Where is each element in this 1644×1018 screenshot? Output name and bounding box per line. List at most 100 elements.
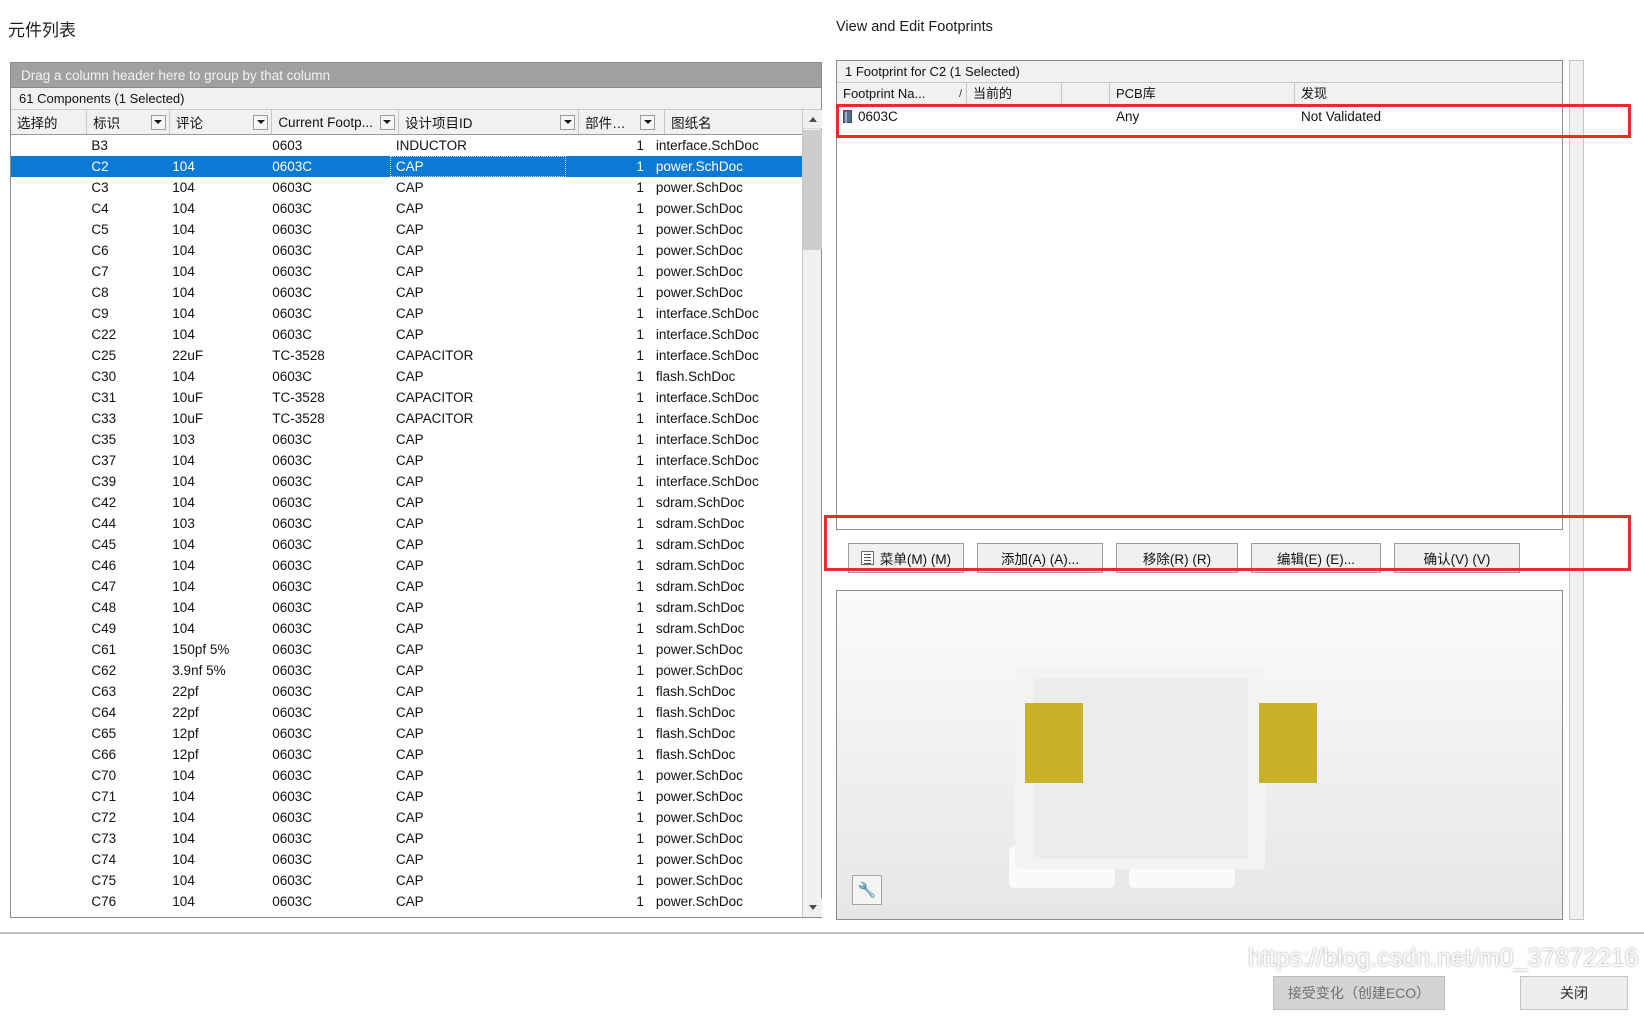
cell-sheet-name: power.SchDoc bbox=[655, 642, 743, 657]
table-row[interactable]: C39 104 0603C CAP 1 interface.SchDoc bbox=[11, 471, 802, 492]
cell-selected bbox=[11, 891, 85, 912]
component-rows[interactable]: B3 0603 INDUCTOR 1 interface.SchDoc C2 104 0603… bbox=[11, 135, 802, 917]
table-row[interactable]: C45 104 0603C CAP 1 sdram.SchDoc bbox=[11, 534, 802, 555]
table-row[interactable]: C70 104 0603C CAP 1 power.SchDoc bbox=[11, 765, 802, 786]
cell-pcb-library: Any bbox=[1116, 109, 1140, 124]
table-row[interactable]: C25 22uF TC-3528 CAPACITOR 1 interface.SchDoc bbox=[11, 345, 802, 366]
column-header-spacer[interactable] bbox=[1062, 83, 1110, 104]
table-row[interactable]: C75 104 0603C CAP 1 power.SchDoc bbox=[11, 870, 802, 891]
table-row[interactable]: C3 104 0603C CAP 1 power.SchDoc bbox=[11, 177, 802, 198]
column-header-sheet-name[interactable]: 图纸名 bbox=[665, 110, 821, 134]
table-row[interactable]: C48 104 0603C CAP 1 sdram.SchDoc bbox=[11, 597, 802, 618]
vertical-scrollbar[interactable] bbox=[802, 110, 822, 917]
close-button[interactable]: 关闭 bbox=[1520, 976, 1628, 1010]
menu-button[interactable]: 菜单(M) (M) bbox=[848, 543, 964, 573]
footprint-row[interactable]: 0603C Any Not Validated bbox=[837, 105, 1562, 129]
table-row[interactable]: C72 104 0603C CAP 1 power.SchDoc bbox=[11, 807, 802, 828]
table-row[interactable]: C7 104 0603C CAP 1 power.SchDoc bbox=[11, 261, 802, 282]
cell-sheet-name: interface.SchDoc bbox=[655, 432, 759, 447]
cell-comment: 22uF bbox=[172, 348, 204, 363]
table-row[interactable]: C71 104 0603C CAP 1 power.SchDoc bbox=[11, 786, 802, 807]
table-row[interactable]: C2 104 0603C CAP 1 power.SchDoc bbox=[11, 156, 802, 177]
footprint-preview[interactable]: 🔧 bbox=[836, 590, 1563, 920]
cell-part-count: 1 bbox=[636, 642, 644, 657]
table-row[interactable]: C9 104 0603C CAP 1 interface.SchDoc bbox=[11, 303, 802, 324]
add-button[interactable]: 添加(A) (A)... bbox=[977, 543, 1103, 573]
cell-comment: 104 bbox=[172, 852, 195, 867]
filter-dropdown-icon[interactable] bbox=[253, 114, 269, 130]
column-header-footprint-name[interactable]: Footprint Na... / bbox=[837, 83, 967, 104]
cell-sheet-name: sdram.SchDoc bbox=[655, 537, 745, 552]
edit-button[interactable]: 编辑(E) (E)... bbox=[1251, 543, 1381, 573]
scrollbar-thumb[interactable] bbox=[803, 130, 822, 250]
table-row[interactable]: C46 104 0603C CAP 1 sdram.SchDoc bbox=[11, 555, 802, 576]
cell-sheet-name: power.SchDoc bbox=[655, 285, 743, 300]
table-row[interactable]: C65 12pf 0603C CAP 1 flash.SchDoc bbox=[11, 723, 802, 744]
cell-comment: 104 bbox=[172, 810, 195, 825]
cell-footprint: 0603C bbox=[272, 726, 313, 741]
table-row[interactable]: C62 3.9nf 5% 0603C CAP 1 power.SchDoc bbox=[11, 660, 802, 681]
right-pane-scrollbar[interactable] bbox=[1569, 60, 1584, 920]
cell-comment: 104 bbox=[172, 579, 195, 594]
cell-design-item-id: CAP bbox=[395, 705, 424, 720]
table-row[interactable]: C4 104 0603C CAP 1 power.SchDoc bbox=[11, 198, 802, 219]
group-by-dropzone[interactable]: Drag a column header here to group by th… bbox=[11, 63, 821, 88]
cell-design-item-id: CAPACITOR bbox=[395, 348, 474, 363]
table-row[interactable]: C49 104 0603C CAP 1 sdram.SchDoc bbox=[11, 618, 802, 639]
footprint-rows[interactable]: 0603C Any Not Validated bbox=[837, 105, 1562, 129]
table-row[interactable]: C74 104 0603C CAP 1 power.SchDoc bbox=[11, 849, 802, 870]
table-row[interactable]: C35 103 0603C CAP 1 interface.SchDoc bbox=[11, 429, 802, 450]
table-row[interactable]: C76 104 0603C CAP 1 power.SchDoc bbox=[11, 891, 802, 912]
accept-changes-eco-button[interactable]: 接受变化（创建ECO） bbox=[1273, 976, 1445, 1010]
table-row[interactable]: C6 104 0603C CAP 1 power.SchDoc bbox=[11, 240, 802, 261]
remove-button[interactable]: 移除(R) (R) bbox=[1116, 543, 1238, 573]
cell-design-item-id: CAP bbox=[395, 747, 424, 762]
scroll-up-button[interactable] bbox=[803, 110, 822, 129]
confirm-button[interactable]: 确认(V) (V) bbox=[1394, 543, 1520, 573]
column-header-found[interactable]: 发现 bbox=[1295, 83, 1555, 104]
cell-designator: C70 bbox=[91, 768, 117, 783]
filter-dropdown-icon[interactable] bbox=[560, 114, 576, 130]
column-header-pcb-library[interactable]: PCB库 bbox=[1110, 83, 1295, 104]
scroll-down-button[interactable] bbox=[803, 898, 822, 917]
cell-part-count: 1 bbox=[636, 411, 644, 426]
filter-dropdown-icon[interactable] bbox=[379, 114, 395, 130]
column-header-selected[interactable]: 选择的 bbox=[11, 110, 88, 134]
column-header-part-count[interactable]: 部件数目 bbox=[579, 110, 666, 134]
table-row[interactable]: C42 104 0603C CAP 1 sdram.SchDoc bbox=[11, 492, 802, 513]
table-row[interactable]: C66 12pf 0603C CAP 1 flash.SchDoc bbox=[11, 744, 802, 765]
column-header-design-item-id[interactable]: 设计项目ID bbox=[399, 110, 580, 134]
filter-dropdown-icon[interactable] bbox=[150, 114, 166, 130]
cell-comment: 104 bbox=[172, 201, 195, 216]
table-row[interactable]: C22 104 0603C CAP 1 interface.SchDoc bbox=[11, 324, 802, 345]
column-header-designator[interactable]: 标识 bbox=[87, 110, 170, 134]
table-row[interactable]: C73 104 0603C CAP 1 power.SchDoc bbox=[11, 828, 802, 849]
cell-selected bbox=[11, 723, 85, 744]
cell-designator: C62 bbox=[91, 663, 117, 678]
column-header-current[interactable]: 当前的 bbox=[967, 83, 1062, 104]
cell-footprint: 0603C bbox=[272, 285, 313, 300]
column-header-current-footprint[interactable]: Current Footp... bbox=[272, 110, 399, 134]
table-row[interactable]: C8 104 0603C CAP 1 power.SchDoc bbox=[11, 282, 802, 303]
table-row[interactable]: C61 150pf 5% 0603C CAP 1 power.SchDoc bbox=[11, 639, 802, 660]
column-header-comment[interactable]: 评论 bbox=[170, 110, 273, 134]
table-row[interactable]: C31 10uF TC-3528 CAPACITOR 1 interface.SchDoc bbox=[11, 387, 802, 408]
cell-designator: B3 bbox=[91, 138, 108, 153]
table-row[interactable]: B3 0603 INDUCTOR 1 interface.SchDoc bbox=[11, 135, 802, 156]
table-row[interactable]: C63 22pf 0603C CAP 1 flash.SchDoc bbox=[11, 681, 802, 702]
cell-comment: 104 bbox=[172, 285, 195, 300]
table-row[interactable]: C37 104 0603C CAP 1 interface.SchDoc bbox=[11, 450, 802, 471]
table-row[interactable]: C30 104 0603C CAP 1 flash.SchDoc bbox=[11, 366, 802, 387]
cell-designator: C9 bbox=[91, 306, 109, 321]
table-row[interactable]: C44 103 0603C CAP 1 sdram.SchDoc bbox=[11, 513, 802, 534]
table-row[interactable]: C5 104 0603C CAP 1 power.SchDoc bbox=[11, 219, 802, 240]
table-row[interactable]: C33 10uF TC-3528 CAPACITOR 1 interface.SchDoc bbox=[11, 408, 802, 429]
table-row[interactable]: C64 22pf 0603C CAP 1 flash.SchDoc bbox=[11, 702, 802, 723]
cell-designator: C72 bbox=[91, 810, 117, 825]
filter-dropdown-icon[interactable] bbox=[640, 114, 656, 130]
cell-part-count: 1 bbox=[636, 264, 644, 279]
preview-tool-button[interactable]: 🔧 bbox=[852, 875, 882, 905]
cell-design-item-id: CAP bbox=[395, 516, 424, 531]
table-row[interactable]: C47 104 0603C CAP 1 sdram.SchDoc bbox=[11, 576, 802, 597]
cell-part-count: 1 bbox=[636, 768, 644, 783]
